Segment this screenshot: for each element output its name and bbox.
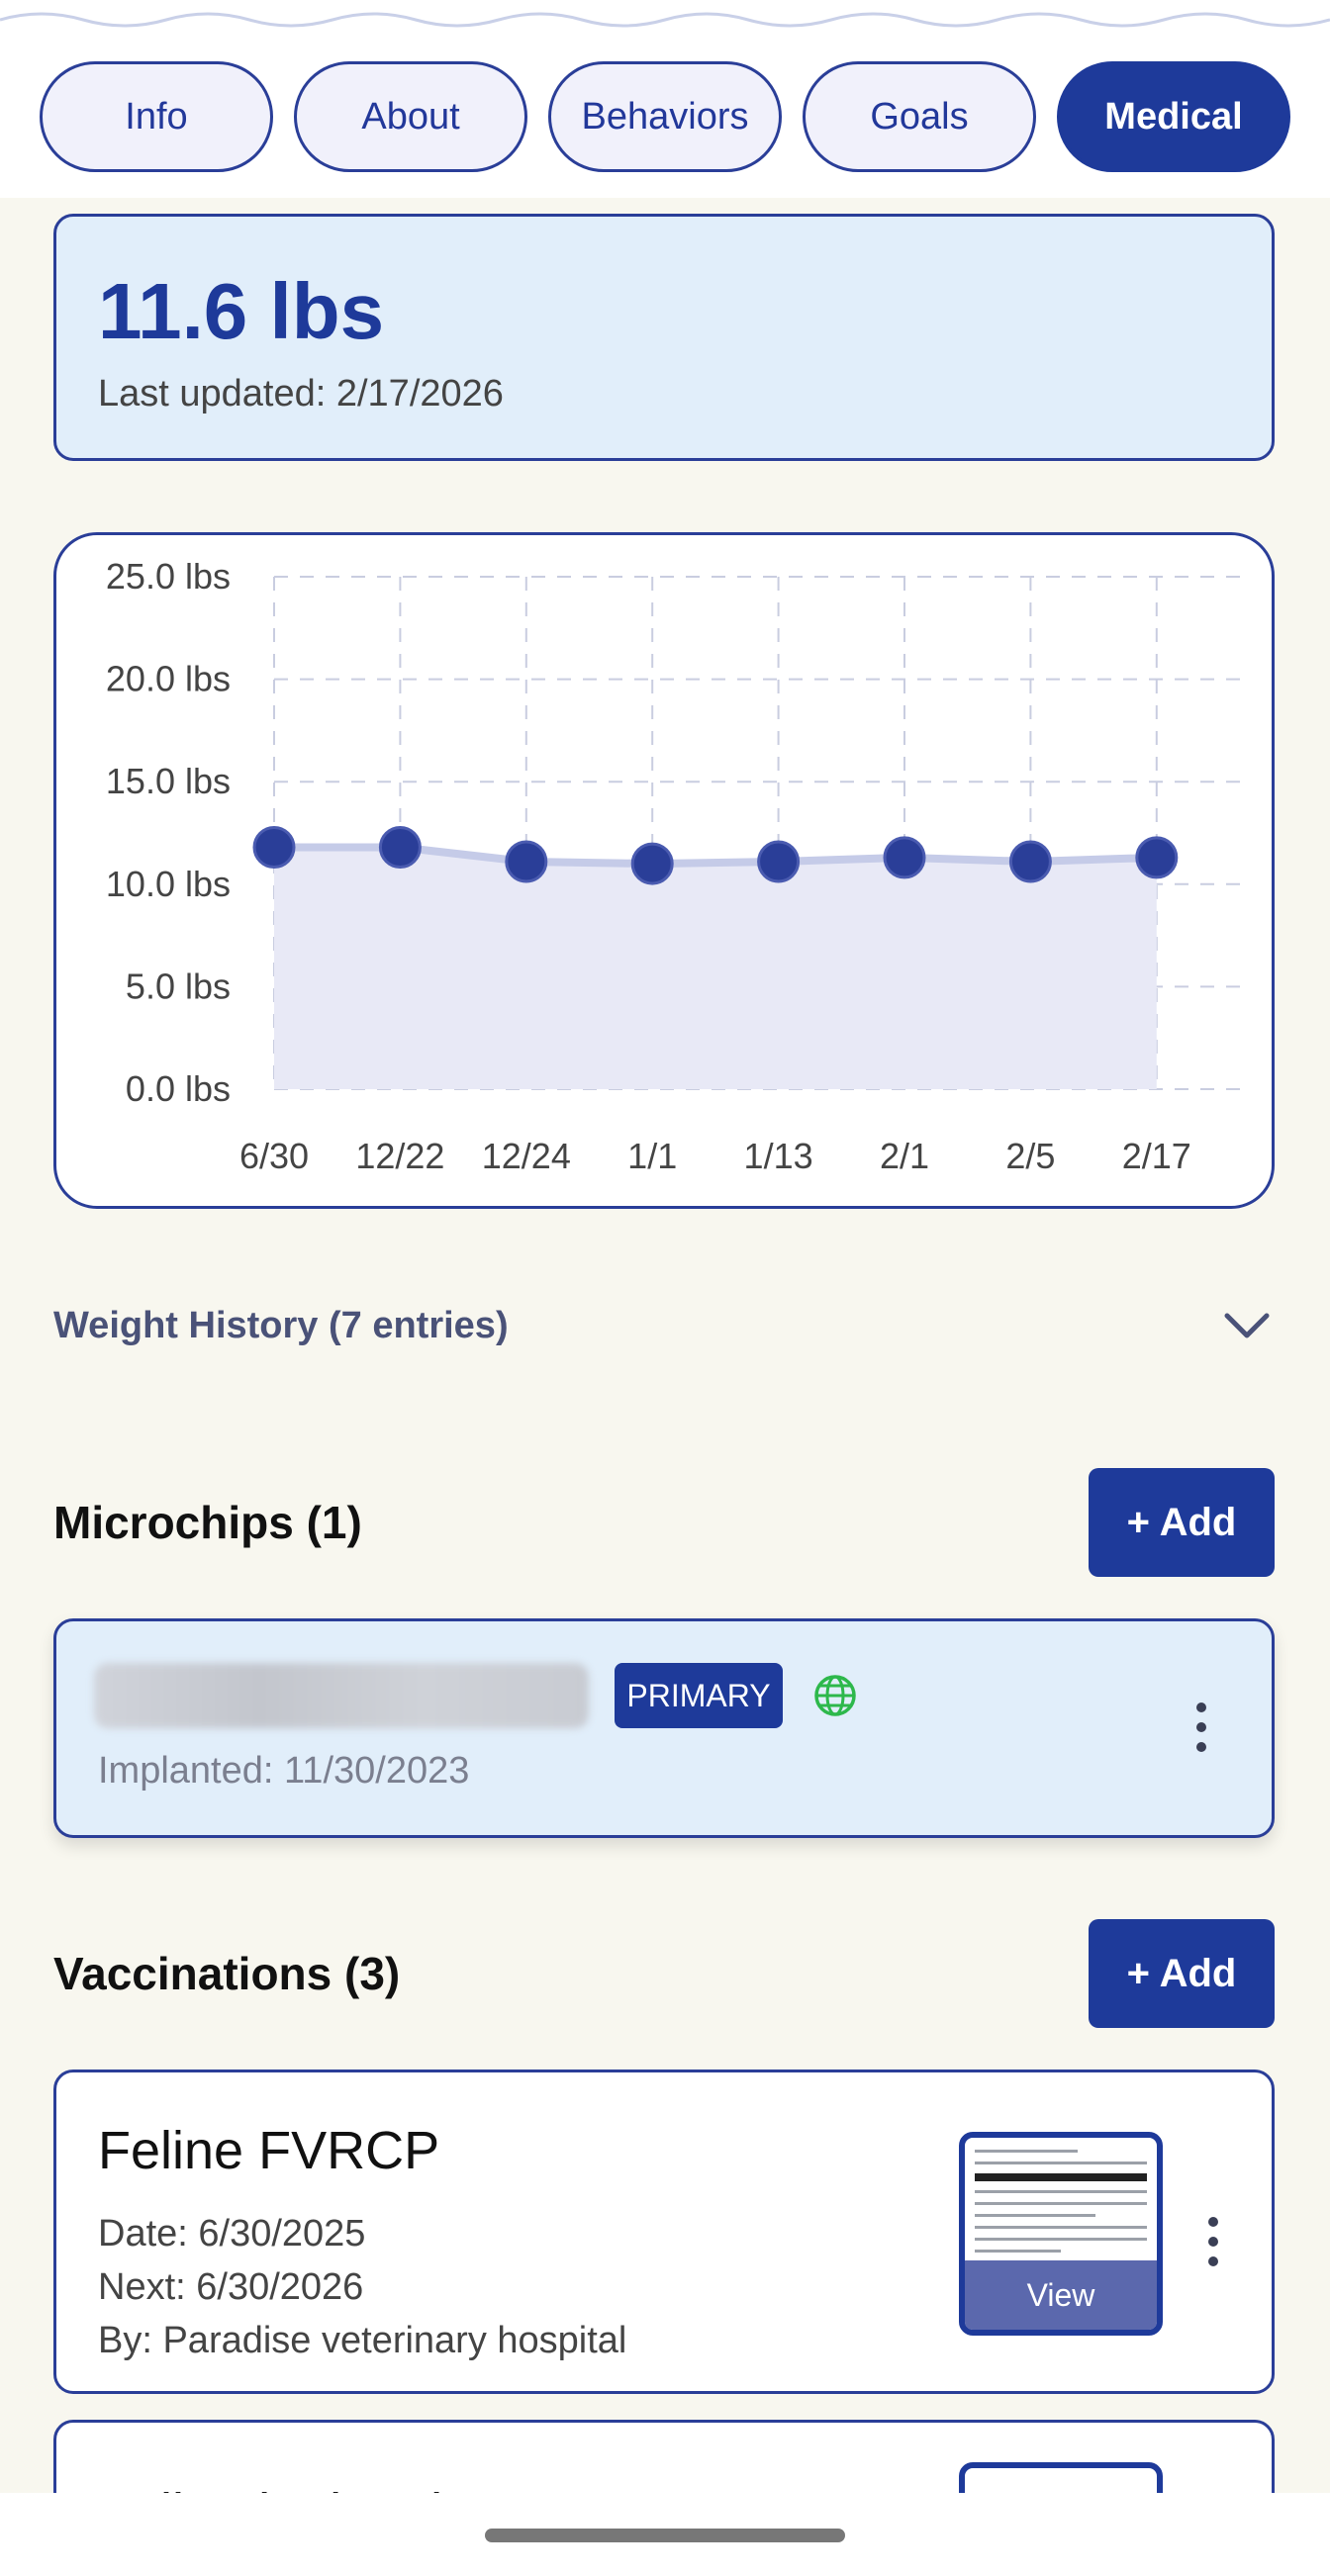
x-tick-label: 6/30 <box>239 1136 309 1176</box>
weight-point <box>378 826 422 870</box>
microchip-card[interactable]: PRIMARY Implanted: 11/30/2023 <box>53 1618 1275 1838</box>
weight-updated: Last updated: 2/17/2026 <box>98 373 504 414</box>
vaccinations-title: Vaccinations (3) <box>53 1948 401 1999</box>
vaccination-document-thumbnail[interactable]: View <box>959 2132 1163 2336</box>
current-weight-card: 11.6 lbs Last updated: 2/17/2026 <box>53 214 1275 461</box>
tab-info[interactable]: Info <box>40 61 273 172</box>
weight-point <box>1135 836 1179 879</box>
chevron-down-icon <box>1224 1313 1270 1338</box>
y-tick-label: 15.0 lbs <box>106 761 231 801</box>
y-tick-label: 25.0 lbs <box>106 556 231 597</box>
x-tick-label: 2/1 <box>880 1136 929 1176</box>
weight-chart: 0.0 lbs 5.0 lbs 10.0 lbs 15.0 lbs 20.0 lbs 25… <box>106 556 1244 1176</box>
tab-bar: Info About Behaviors Goals Medical <box>40 61 1290 172</box>
weight-area <box>274 847 1157 1089</box>
vaccination-date: Date: 6/30/2025 <box>98 2213 366 2254</box>
weight-point <box>505 840 548 883</box>
weight-history-label: Weight History (7 entries) <box>53 1304 509 1346</box>
weight-history-toggle[interactable]: Weight History (7 entries) <box>53 1286 1275 1365</box>
weight-point <box>252 826 296 870</box>
add-vaccination-button[interactable]: + Add <box>1089 1919 1275 2028</box>
vaccination-card[interactable]: Feline FVRCP Date: 6/30/2025 Next: 6/30/… <box>53 2070 1275 2394</box>
weight-point <box>883 836 926 879</box>
weight-point <box>630 842 674 885</box>
x-tick-label: 12/24 <box>482 1136 571 1176</box>
weight-chart-card: 0.0 lbs 5.0 lbs 10.0 lbs 15.0 lbs 20.0 lbs 25… <box>53 532 1275 1209</box>
more-options-icon[interactable] <box>1208 2217 1218 2266</box>
x-tick-label: 12/22 <box>355 1136 444 1176</box>
y-tick-label: 5.0 lbs <box>126 966 231 1006</box>
vaccination-by: By: Paradise veterinary hospital <box>98 2320 627 2361</box>
x-tick-label: 2/5 <box>1005 1136 1055 1176</box>
vaccination-next: Next: 6/30/2026 <box>98 2266 364 2308</box>
x-tick-label: 1/1 <box>627 1136 677 1176</box>
microchip-implanted-date: Implanted: 11/30/2023 <box>98 1750 470 1792</box>
vaccination-name: Feline FVRCP <box>98 2121 440 2180</box>
tab-goals[interactable]: Goals <box>803 61 1036 172</box>
y-tick-label: 20.0 lbs <box>106 659 231 699</box>
tab-behaviors[interactable]: Behaviors <box>548 61 782 172</box>
x-tick-label: 1/13 <box>744 1136 813 1176</box>
home-indicator[interactable] <box>485 2529 845 2542</box>
y-tick-label: 10.0 lbs <box>106 864 231 904</box>
document-preview-lines <box>975 2150 1147 2261</box>
tab-about[interactable]: About <box>294 61 527 172</box>
view-document-button[interactable]: View <box>965 2260 1157 2330</box>
microchip-number-redacted <box>94 1663 589 1728</box>
more-options-icon[interactable] <box>1196 1702 1206 1752</box>
x-tick-label: 2/17 <box>1122 1136 1191 1176</box>
microchips-title: Microchips (1) <box>53 1497 362 1548</box>
wave-decoration <box>0 12 1330 28</box>
primary-badge: PRIMARY <box>615 1663 783 1728</box>
top-bar: Info About Behaviors Goals Medical <box>0 0 1330 198</box>
weight-point <box>757 840 801 883</box>
weight-point <box>1008 840 1052 883</box>
tab-medical[interactable]: Medical <box>1057 61 1290 172</box>
globe-icon <box>814 1675 856 1716</box>
weight-value: 11.6 lbs <box>98 267 385 355</box>
y-tick-label: 0.0 lbs <box>126 1068 231 1109</box>
add-microchip-button[interactable]: + Add <box>1089 1468 1275 1577</box>
